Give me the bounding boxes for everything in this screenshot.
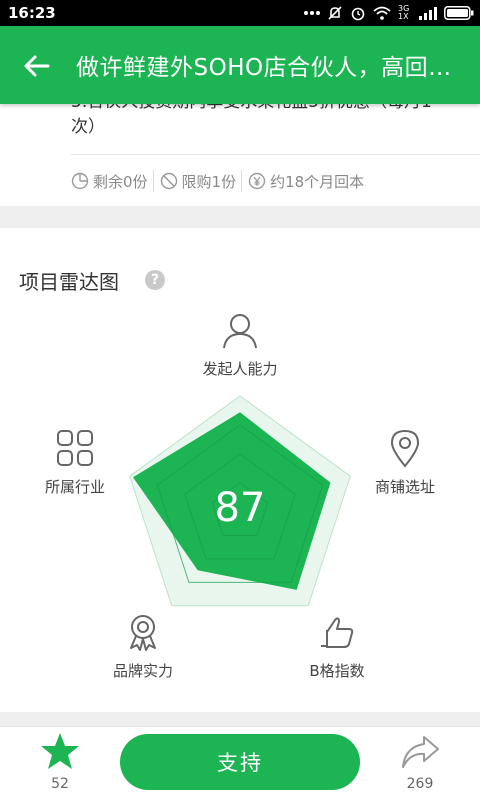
dimension-industry: 所属行业 <box>30 428 120 497</box>
arrow-back-icon <box>24 55 50 77</box>
back-button[interactable] <box>22 51 52 81</box>
radar-score: 87 <box>214 485 266 531</box>
grid-icon <box>57 430 93 466</box>
share-button[interactable]: 269 <box>396 734 444 792</box>
share-count: 269 <box>406 776 434 792</box>
page-title: 做许鲜建外SOHO店合伙人，高回报低风险 <box>76 55 468 81</box>
person-icon <box>223 314 257 349</box>
dimension-b-index: B格指数 <box>290 612 384 681</box>
favorite-count: 52 <box>51 776 69 792</box>
award-medal-icon <box>130 615 156 651</box>
thumbs-up-icon <box>321 617 354 648</box>
location-pin-icon <box>390 429 420 468</box>
dimension-brand-strength: 品牌实力 <box>98 612 188 681</box>
share-arrow-icon <box>402 736 439 768</box>
app-bar: 做许鲜建外SOHO店合伙人，高回报低风险 <box>0 26 480 104</box>
dimension-label: 发起人能力 <box>202 360 278 378</box>
dimension-founder-ability: 发起人能力 <box>190 310 290 379</box>
dimension-label: B格指数 <box>309 662 365 680</box>
dimension-label: 品牌实力 <box>112 662 173 680</box>
dimension-store-location: 商铺选址 <box>360 428 450 497</box>
support-button[interactable]: 支持 <box>120 734 360 790</box>
favorite-button[interactable]: 52 <box>36 732 84 792</box>
dimension-label: 所属行业 <box>44 478 105 496</box>
star-icon <box>41 733 79 769</box>
section-gap <box>0 712 480 726</box>
dimension-label: 商铺选址 <box>374 478 435 496</box>
